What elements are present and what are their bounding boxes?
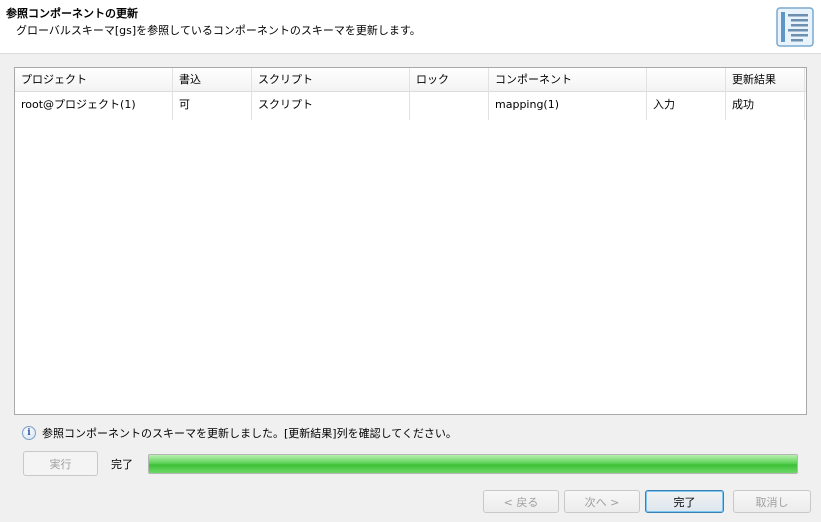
column-header-lock[interactable]: ロック — [410, 68, 489, 92]
cell-io: 入力 — [647, 92, 726, 120]
column-header-component[interactable]: コンポーネント — [489, 68, 647, 92]
next-button[interactable]: 次へ > — [564, 490, 640, 513]
cell-result: 成功 — [726, 92, 805, 120]
finish-button[interactable]: 完了 — [645, 490, 724, 513]
wizard-header: 参照コンポーネントの更新 グローバルスキーマ[gs]を参照しているコンポーネント… — [0, 0, 821, 54]
info-message-row: i 参照コンポーネントのスキーマを更新しました。[更新結果]列を確認してください… — [22, 425, 457, 441]
status-label: 完了 — [111, 458, 133, 471]
column-header-io[interactable] — [647, 68, 726, 92]
wizard-description: グローバルスキーマ[gs]を参照しているコンポーネントのスキーマを更新します。 — [16, 24, 421, 37]
column-header-write[interactable]: 書込 — [173, 68, 252, 92]
table-row[interactable]: root@プロジェクト(1) 可 スクリプト mapping(1) 入力 成功 — [15, 92, 806, 120]
table-header: プロジェクト 書込 スクリプト ロック コンポーネント 更新結果 — [15, 68, 806, 92]
cancel-button[interactable]: 取消し — [733, 490, 811, 513]
info-icon: i — [22, 426, 36, 440]
column-header-project[interactable]: プロジェクト — [15, 68, 173, 92]
column-header-result[interactable]: 更新結果 — [726, 68, 805, 92]
cell-script: スクリプト — [252, 92, 410, 120]
cell-write: 可 — [173, 92, 252, 120]
progress-bar-fill — [149, 455, 797, 473]
info-message: 参照コンポーネントのスキーマを更新しました。[更新結果]列を確認してください。 — [42, 427, 457, 440]
components-table[interactable]: プロジェクト 書込 スクリプト ロック コンポーネント 更新結果 root@プロ… — [14, 67, 807, 415]
cell-lock — [410, 92, 489, 120]
run-button[interactable]: 実行 — [23, 451, 98, 476]
cell-project: root@プロジェクト(1) — [15, 92, 173, 120]
wizard-title: 参照コンポーネントの更新 — [6, 7, 138, 20]
back-button[interactable]: < 戻る — [483, 490, 559, 513]
progress-bar — [148, 454, 798, 474]
wizard-document-icon — [776, 7, 814, 47]
cell-component: mapping(1) — [489, 92, 647, 120]
column-header-script[interactable]: スクリプト — [252, 68, 410, 92]
